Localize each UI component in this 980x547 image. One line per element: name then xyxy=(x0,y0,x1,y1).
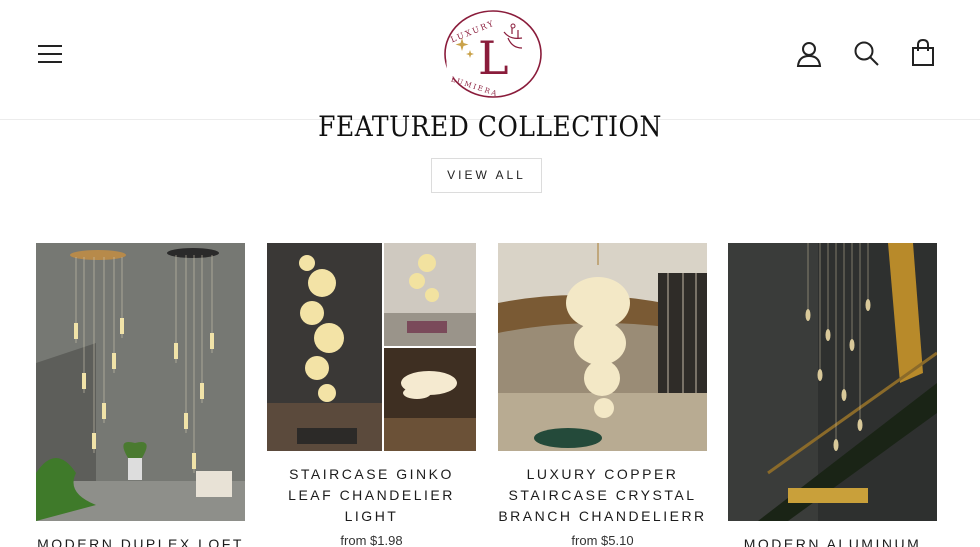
product-price: from $1.98 xyxy=(340,533,403,547)
section-title: FEATURED COLLECTION xyxy=(318,110,662,143)
hamburger-menu-icon[interactable] xyxy=(38,42,62,64)
product-title[interactable]: MODERN DUPLEX LOFT xyxy=(36,534,245,547)
search-icon[interactable] xyxy=(853,40,881,68)
product-card[interactable]: LUXURY COPPER STAIRCASE CRYSTAL BRANCH C… xyxy=(498,243,707,547)
product-price: from $5.10 xyxy=(571,533,634,547)
logo-monogram: L xyxy=(478,31,509,85)
product-title[interactable]: LUXURY COPPER STAIRCASE CRYSTAL BRANCH C… xyxy=(498,464,707,527)
brand-logo[interactable]: LUXURY L LUMIERA xyxy=(432,8,547,100)
product-card[interactable]: MODERN DUPLEX LOFT xyxy=(36,243,245,547)
product-image[interactable] xyxy=(498,243,707,451)
product-image[interactable] xyxy=(36,243,245,521)
product-image[interactable] xyxy=(267,243,476,451)
user-account-icon[interactable] xyxy=(796,40,824,68)
product-title[interactable]: STAIRCASE GINKO LEAF CHANDELIER LIGHT xyxy=(267,464,476,527)
product-image[interactable] xyxy=(728,243,937,521)
product-title[interactable]: MODERN ALUMINUM xyxy=(728,534,937,547)
site-header: LUXURY L LUMIERA xyxy=(0,0,980,120)
view-all-button[interactable]: VIEW ALL xyxy=(431,158,542,193)
product-card[interactable]: STAIRCASE GINKO LEAF CHANDELIER LIGHT fr… xyxy=(267,243,476,547)
shopping-bag-icon[interactable] xyxy=(910,39,938,67)
product-card[interactable]: MODERN ALUMINUM xyxy=(728,243,937,547)
